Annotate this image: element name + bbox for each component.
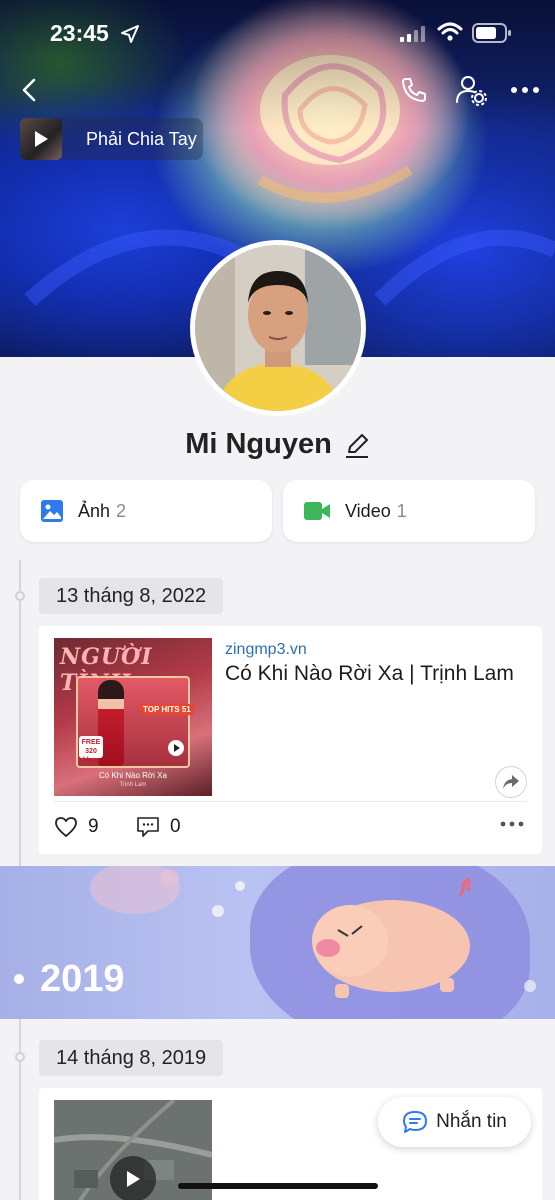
like-count: 9 (88, 816, 99, 837)
edit-pencil-icon[interactable] (344, 432, 370, 458)
thumbnail-kbps-unit: kbps (82, 757, 100, 764)
battery-icon (472, 23, 511, 43)
timeline-dot (15, 591, 25, 601)
post-source[interactable]: zingmp3.vn (225, 641, 307, 659)
year-banner: 2019 (0, 866, 555, 1019)
comment-icon (137, 817, 159, 837)
comment-count: 0 (170, 816, 181, 837)
music-title: Phải Chia Tay (86, 128, 197, 149)
share-button[interactable] (495, 766, 527, 798)
user-settings-icon (456, 76, 487, 106)
timeline-line (19, 1019, 21, 1200)
avatar-photo (195, 245, 361, 411)
chevron-left-icon (22, 78, 36, 102)
comment-button[interactable]: 0 (136, 816, 181, 838)
message-button-label: Nhắn tin (436, 1111, 507, 1132)
year-label: 2019 (40, 958, 125, 1000)
chat-bubble-icon (403, 1111, 428, 1133)
videos-button[interactable]: Video 1 (283, 480, 535, 542)
timeline-line (19, 560, 21, 866)
thumbnail-play-icon (168, 740, 184, 756)
avatar[interactable] (190, 240, 366, 416)
thumbnail-free-label: FREE (81, 739, 101, 746)
timeline-dot (15, 1052, 25, 1062)
thumbnail-artist: Trịnh Lam (119, 782, 147, 788)
share-arrow-icon (503, 775, 519, 789)
thumbnail-kbps-value: 320 (85, 748, 97, 755)
video-camera-icon (304, 502, 330, 520)
profile-music-player[interactable]: Phải Chia Tay (20, 118, 203, 160)
phone-icon (402, 78, 426, 102)
status-time: 23:45 (50, 20, 109, 46)
photos-label: Ảnh (78, 500, 111, 521)
profile-name-row: Mi Nguyen (0, 428, 555, 461)
date-chip: 14 tháng 8, 2019 (39, 1040, 224, 1076)
play-icon (127, 1171, 140, 1187)
heart-icon (55, 817, 77, 837)
message-button[interactable]: Nhắn tin (378, 1097, 531, 1147)
year-timeline-dot (14, 974, 24, 984)
wifi-icon (437, 22, 463, 41)
image-icon (41, 500, 63, 522)
videos-count: 1 (396, 500, 407, 521)
photos-button[interactable]: Ảnh 2 (20, 480, 272, 542)
profile-settings-button[interactable] (454, 74, 488, 106)
thumbnail-caption: Có Khi Nào Rời Xa (99, 771, 167, 780)
home-indicator[interactable] (178, 1183, 378, 1189)
video-play-button[interactable] (110, 1156, 156, 1200)
post-title[interactable]: Có Khi Nào Rời Xa | Trịnh Lam (225, 662, 514, 686)
thumbnail-badge: TOP HITS 51 (140, 704, 194, 715)
music-thumbnail (20, 118, 62, 160)
cellular-signal-icon (400, 26, 425, 42)
profile-name: Mi Nguyen (185, 428, 332, 460)
post-thumbnail[interactable]: NGƯỜI TÌNH TOP HITS 51 FREE 320 kbps Có … (54, 638, 212, 796)
ellipsis-icon (511, 87, 539, 93)
like-button[interactable]: 9 (54, 816, 99, 838)
call-button[interactable] (398, 74, 430, 106)
post-more-icon[interactable] (499, 820, 525, 828)
shared-link-post[interactable]: NGƯỜI TÌNH TOP HITS 51 FREE 320 kbps Có … (39, 626, 542, 854)
play-icon (35, 131, 48, 147)
videos-label: Video (345, 500, 391, 521)
thumbnail-quality-badge: FREE 320 kbps (79, 736, 103, 764)
location-arrow-icon (121, 25, 139, 43)
post-divider (54, 801, 527, 802)
more-options-button[interactable] (508, 74, 542, 106)
back-button[interactable] (14, 74, 46, 106)
photos-count: 2 (116, 500, 127, 521)
date-chip: 13 tháng 8, 2022 (39, 578, 224, 614)
